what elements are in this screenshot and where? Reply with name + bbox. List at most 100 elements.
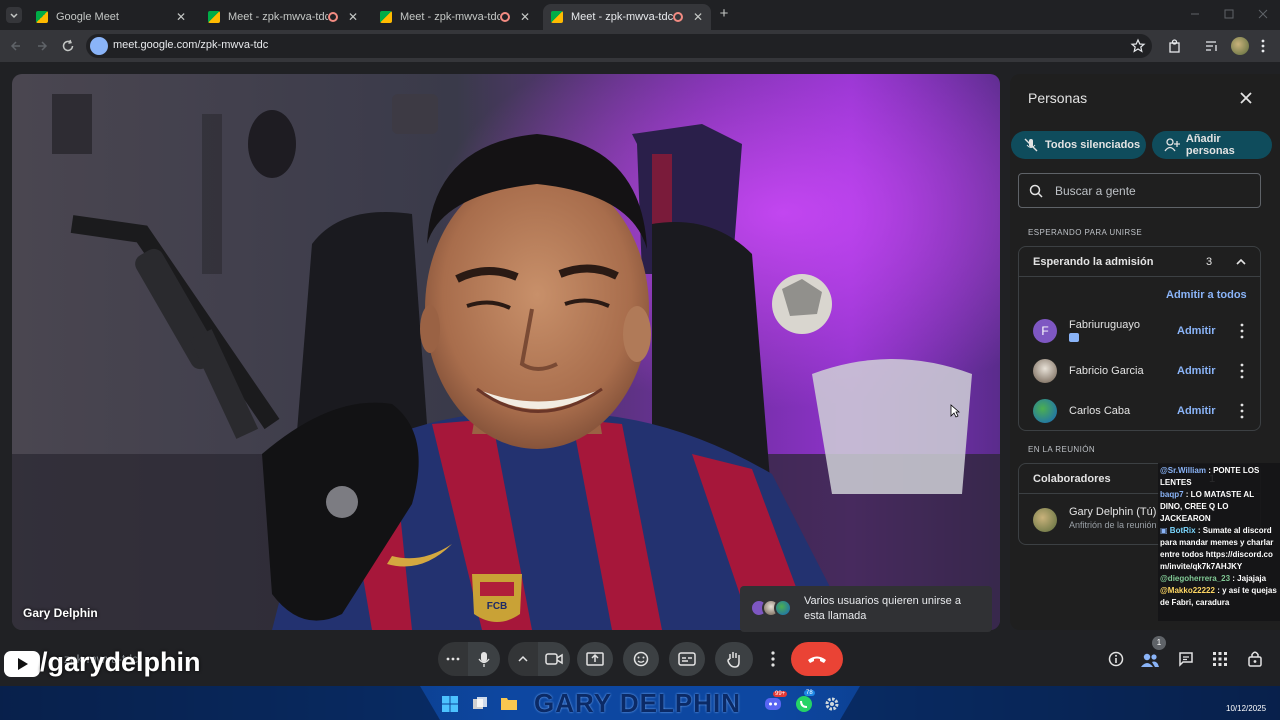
chevron-up-icon bbox=[518, 655, 528, 662]
join-request-toast[interactable]: Varios usuarios quieren unirse a esta ll… bbox=[740, 586, 992, 632]
tab-title: Meet - zpk-mwva-tdc bbox=[228, 11, 328, 23]
browser-tab[interactable]: Google Meet ✕ bbox=[28, 4, 194, 30]
people-count-badge: 1 bbox=[1152, 636, 1166, 650]
more-horizontal-icon bbox=[446, 657, 460, 661]
chat-user: @Sr.William bbox=[1160, 466, 1206, 475]
waiting-count: 3 bbox=[1206, 256, 1213, 268]
address-bar[interactable]: meet.google.com/zpk-mwva-tdc bbox=[86, 34, 1152, 58]
close-window-button[interactable] bbox=[1256, 8, 1270, 20]
waiting-participant-row: Carlos Caba Admitir bbox=[1019, 391, 1261, 431]
participant-name-label: Gary Delphin bbox=[23, 606, 98, 620]
tab-search-button[interactable] bbox=[6, 7, 22, 23]
camera-options-button[interactable] bbox=[508, 642, 538, 676]
admit-button[interactable]: Admitir bbox=[1177, 405, 1216, 417]
channel-handle: /garydelphin bbox=[40, 647, 201, 677]
recording-icon bbox=[672, 12, 683, 22]
people-button[interactable]: 1 bbox=[1140, 636, 1166, 669]
add-people-button[interactable]: Añadir personas bbox=[1152, 131, 1272, 159]
waiting-section-label: ESPERANDO PARA UNIRSE bbox=[1028, 228, 1143, 237]
toast-message: Varios usuarios quieren unirse a esta ll… bbox=[804, 594, 961, 624]
site-info-icon[interactable] bbox=[90, 37, 108, 55]
meet-icon bbox=[208, 11, 220, 23]
search-people-field[interactable]: Buscar a gente bbox=[1018, 173, 1261, 208]
meet-icon bbox=[551, 11, 563, 23]
raise-hand-button[interactable] bbox=[715, 642, 753, 676]
bookmark-star-icon[interactable] bbox=[1130, 38, 1146, 54]
recording-icon bbox=[499, 12, 510, 22]
participant-video-tile[interactable]: FCB Gary Delphin bbox=[12, 74, 1000, 630]
admit-button[interactable]: Admitir bbox=[1177, 325, 1216, 337]
tab-title: Meet - zpk-mwva-tdc bbox=[571, 11, 673, 23]
browser-tab-active[interactable]: Meet - zpk-mwva-tdc ✕ bbox=[543, 4, 711, 30]
avatar: F bbox=[1033, 319, 1057, 343]
url-text: meet.google.com/zpk-mwva-tdc bbox=[113, 39, 269, 51]
present-screen-button[interactable] bbox=[577, 642, 613, 676]
forward-button[interactable] bbox=[34, 38, 50, 54]
more-options-icon[interactable] bbox=[1235, 359, 1249, 383]
chat-user: @Makko22222 bbox=[1160, 586, 1215, 595]
whatsapp-icon[interactable]: 78 bbox=[795, 690, 815, 713]
browser-menu-icon[interactable] bbox=[1258, 38, 1268, 54]
arrow-right-icon bbox=[38, 41, 48, 51]
close-tab-icon[interactable]: ✕ bbox=[348, 10, 358, 24]
emoji-icon bbox=[633, 651, 649, 667]
close-icon bbox=[1240, 92, 1252, 104]
youtube-logo-icon bbox=[4, 651, 40, 677]
toast-line-2: esta llamada bbox=[804, 610, 867, 622]
windows-start-icon[interactable] bbox=[442, 696, 458, 712]
avatar bbox=[774, 599, 792, 617]
file-explorer-icon[interactable] bbox=[501, 696, 517, 710]
back-button[interactable] bbox=[8, 38, 24, 54]
mouse-cursor bbox=[950, 404, 960, 418]
more-options-icon[interactable] bbox=[1235, 399, 1249, 423]
chevron-down-icon bbox=[10, 13, 18, 19]
close-tab-icon[interactable]: ✕ bbox=[520, 10, 530, 24]
collaborators-label: Colaboradores bbox=[1033, 473, 1111, 485]
more-options-button[interactable] bbox=[438, 642, 468, 676]
participant-name: Fabricio Garcia bbox=[1069, 365, 1144, 377]
participant-name: Gary Delphin (Tú) bbox=[1069, 506, 1157, 518]
chat-button[interactable] bbox=[1178, 651, 1194, 667]
admit-button[interactable]: Admitir bbox=[1177, 365, 1216, 377]
new-tab-button[interactable]: + bbox=[716, 6, 732, 22]
close-panel-button[interactable] bbox=[1238, 90, 1254, 106]
avatar-initial: F bbox=[1041, 324, 1049, 338]
taskbar-date: 10/12/2025 bbox=[1226, 704, 1267, 713]
chat-user: baqp7 bbox=[1160, 490, 1184, 499]
os-taskbar: GARY DELPHIN 99+ 78 10/12/2025 bbox=[0, 686, 1280, 720]
waiting-group-label: Esperando la admisión bbox=[1033, 256, 1154, 268]
browser-tab[interactable]: Meet - zpk-mwva-tdc ✕ bbox=[200, 4, 366, 30]
chevron-up-icon bbox=[1236, 258, 1246, 265]
waiting-group-header[interactable]: Esperando la admisión 3 bbox=[1019, 247, 1260, 277]
more-actions-button[interactable] bbox=[763, 642, 783, 676]
present-icon bbox=[586, 652, 604, 666]
meeting-details-button[interactable] bbox=[1108, 651, 1124, 667]
add-people-label: Añadir personas bbox=[1185, 133, 1235, 157]
chat-message: @diegoherrera_23 : Jajajaja bbox=[1160, 573, 1278, 585]
admit-all-button[interactable]: Admitir a todos bbox=[1166, 289, 1247, 301]
browser-tab[interactable]: Meet - zpk-mwva-tdc ✕ bbox=[372, 4, 538, 30]
task-view-icon[interactable] bbox=[472, 696, 488, 712]
hang-up-icon bbox=[808, 656, 826, 663]
close-tab-icon[interactable]: ✕ bbox=[693, 10, 703, 24]
mute-all-button[interactable]: Todos silenciados bbox=[1011, 131, 1146, 159]
browser-toolbar: meet.google.com/zpk-mwva-tdc bbox=[0, 30, 1280, 62]
minimize-window-button[interactable] bbox=[1188, 8, 1202, 20]
host-controls-button[interactable] bbox=[1247, 650, 1263, 668]
settings-icon[interactable] bbox=[824, 696, 840, 712]
maximize-window-button[interactable] bbox=[1222, 8, 1236, 20]
waiting-participant-row: Fabricio Garcia Admitir bbox=[1019, 351, 1261, 391]
profile-avatar[interactable] bbox=[1231, 37, 1249, 55]
add-person-icon bbox=[1164, 138, 1180, 152]
more-options-icon[interactable] bbox=[1235, 319, 1249, 343]
activities-button[interactable] bbox=[1213, 652, 1227, 666]
reactions-button[interactable] bbox=[623, 642, 659, 676]
media-controls-icon[interactable] bbox=[1204, 38, 1220, 54]
meet-icon bbox=[380, 11, 392, 23]
captions-button[interactable] bbox=[669, 642, 705, 676]
reload-button[interactable] bbox=[60, 38, 76, 54]
discord-icon[interactable]: 99+ bbox=[764, 691, 788, 712]
leave-call-button[interactable] bbox=[791, 642, 843, 676]
close-tab-icon[interactable]: ✕ bbox=[176, 10, 186, 24]
extensions-icon[interactable] bbox=[1167, 38, 1183, 54]
